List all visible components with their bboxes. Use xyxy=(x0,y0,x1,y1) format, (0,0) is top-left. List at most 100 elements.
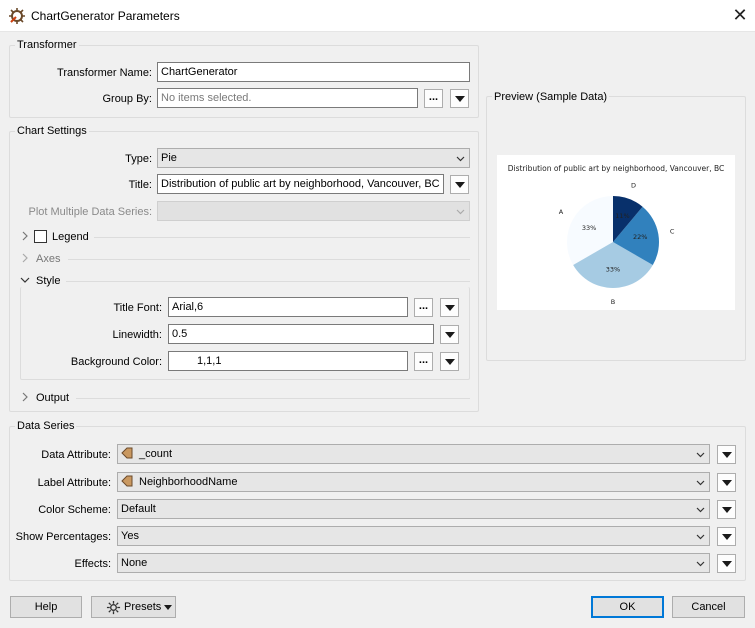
show-percentages-label: Show Percentages: xyxy=(15,531,111,543)
data-attribute-label: Data Attribute: xyxy=(41,449,111,461)
plot-multiple-series-select xyxy=(157,201,470,221)
title-font-menu-button[interactable] xyxy=(440,298,459,317)
ok-button[interactable]: OK xyxy=(591,596,664,618)
background-color-menu-button[interactable] xyxy=(440,352,459,371)
label-attribute-select[interactable]: NeighborhoodName xyxy=(117,472,710,492)
show-percentages-value: Yes xyxy=(121,530,139,542)
triangle-down-icon xyxy=(445,332,455,338)
title-font-label: Title Font: xyxy=(113,302,163,314)
pie-chart: A 33% B 33% C 22% D 11% xyxy=(559,182,675,306)
color-scheme-label: Color Scheme: xyxy=(38,504,111,516)
window-title: ChartGenerator Parameters xyxy=(31,9,180,23)
transformer-name-input[interactable]: ChartGenerator xyxy=(157,62,470,82)
style-section-label[interactable]: Style xyxy=(36,275,60,287)
chevron-down-icon[interactable] xyxy=(20,275,30,285)
output-divider xyxy=(76,398,470,399)
label-attribute-label: Label Attribute: xyxy=(37,477,111,489)
triangle-down-icon xyxy=(722,452,732,458)
plot-multiple-series-label: Plot Multiple Data Series: xyxy=(28,206,153,218)
type-select-value: Pie xyxy=(161,152,177,164)
linewidth-input[interactable]: 0.5 xyxy=(168,324,434,344)
triangle-down-icon xyxy=(445,305,455,311)
chevron-down-icon xyxy=(456,156,465,162)
pie-percentage-label: 11% xyxy=(615,212,629,220)
type-select[interactable]: Pie xyxy=(157,148,470,168)
pie-category-label: D xyxy=(631,182,636,190)
axes-divider xyxy=(68,259,470,260)
legend-checkbox[interactable] xyxy=(34,230,47,243)
effects-value: None xyxy=(121,557,148,569)
color-scheme-select[interactable]: Default xyxy=(117,499,710,519)
show-percentages-menu-button[interactable] xyxy=(717,527,736,546)
triangle-down-icon xyxy=(722,507,732,513)
transformer-section-title: Transformer xyxy=(15,39,79,51)
preview-chart: Distribution of public art by neighborho… xyxy=(497,155,735,310)
group-by-menu-button[interactable] xyxy=(450,89,469,108)
axes-section-label[interactable]: Axes xyxy=(36,253,60,265)
data-attribute-menu-button[interactable] xyxy=(717,445,736,464)
background-color-ellipsis-button[interactable]: ... xyxy=(414,352,433,371)
group-by-label: Group By: xyxy=(102,93,152,105)
triangle-down-icon xyxy=(455,182,465,188)
show-percentages-select[interactable]: Yes xyxy=(117,526,710,546)
gear-icon xyxy=(106,600,121,615)
presets-button[interactable]: Presets xyxy=(91,596,176,618)
style-divider xyxy=(66,281,470,282)
color-scheme-value: Default xyxy=(121,503,156,515)
pie-category-label: A xyxy=(559,208,564,216)
title-menu-button[interactable] xyxy=(450,175,469,194)
data-attribute-select[interactable]: _count xyxy=(117,444,710,464)
fme-gear-icon xyxy=(9,8,25,24)
presets-label: Presets xyxy=(124,601,162,613)
group-by-ellipsis-button[interactable]: ... xyxy=(424,89,443,108)
background-color-input[interactable]: 1,1,1 xyxy=(168,351,408,371)
type-label: Type: xyxy=(125,153,152,165)
triangle-down-icon xyxy=(722,480,732,486)
chevron-down-icon xyxy=(456,209,465,215)
pie-percentage-label: 33% xyxy=(582,224,596,232)
chevron-right-icon[interactable] xyxy=(20,392,30,402)
preview-section-title: Preview (Sample Data) xyxy=(492,91,610,103)
data-series-section-title: Data Series xyxy=(15,420,77,432)
color-scheme-menu-button[interactable] xyxy=(717,500,736,519)
pie-percentage-label: 33% xyxy=(606,266,620,274)
attribute-tag-icon xyxy=(121,447,133,459)
title-input[interactable]: Distribution of public art by neighborho… xyxy=(157,174,444,194)
chevron-down-icon xyxy=(696,452,705,458)
chart-settings-section-title: Chart Settings xyxy=(15,125,89,137)
label-attribute-menu-button[interactable] xyxy=(717,473,736,492)
chevron-down-icon xyxy=(696,480,705,486)
group-by-input[interactable]: No items selected. xyxy=(157,88,418,108)
chevron-down-icon xyxy=(696,561,705,567)
help-button[interactable]: Help xyxy=(10,596,82,618)
attribute-tag-icon xyxy=(121,475,133,487)
effects-select[interactable]: None xyxy=(117,553,710,573)
triangle-down-icon xyxy=(722,534,732,540)
chevron-down-icon xyxy=(696,534,705,540)
legend-label: Legend xyxy=(52,231,89,243)
output-section-label[interactable]: Output xyxy=(36,392,69,404)
effects-menu-button[interactable] xyxy=(717,554,736,573)
close-button[interactable]: ✕ xyxy=(728,4,752,26)
title-font-ellipsis-button[interactable]: ... xyxy=(414,298,433,317)
legend-divider xyxy=(94,237,470,238)
title-font-input[interactable]: Arial,6 xyxy=(168,297,408,317)
linewidth-label: Linewidth: xyxy=(112,329,162,341)
chevron-right-icon[interactable] xyxy=(20,231,30,241)
triangle-down-icon xyxy=(445,359,455,365)
chevron-right-icon[interactable] xyxy=(20,253,30,263)
pie-percentage-label: 22% xyxy=(633,233,647,241)
triangle-down-icon xyxy=(722,561,732,567)
effects-label: Effects: xyxy=(74,558,111,570)
cancel-button[interactable]: Cancel xyxy=(672,596,745,618)
chevron-down-icon xyxy=(696,507,705,513)
caret-down-icon xyxy=(164,605,172,610)
transformer-name-label: Transformer Name: xyxy=(57,67,152,79)
data-attribute-value: _count xyxy=(139,448,173,460)
background-color-label: Background Color: xyxy=(70,356,162,368)
linewidth-menu-button[interactable] xyxy=(440,325,459,344)
pie-category-label: C xyxy=(670,228,675,236)
title-label: Title: xyxy=(128,179,152,191)
triangle-down-icon xyxy=(455,96,465,102)
label-attribute-value: NeighborhoodName xyxy=(139,476,238,488)
